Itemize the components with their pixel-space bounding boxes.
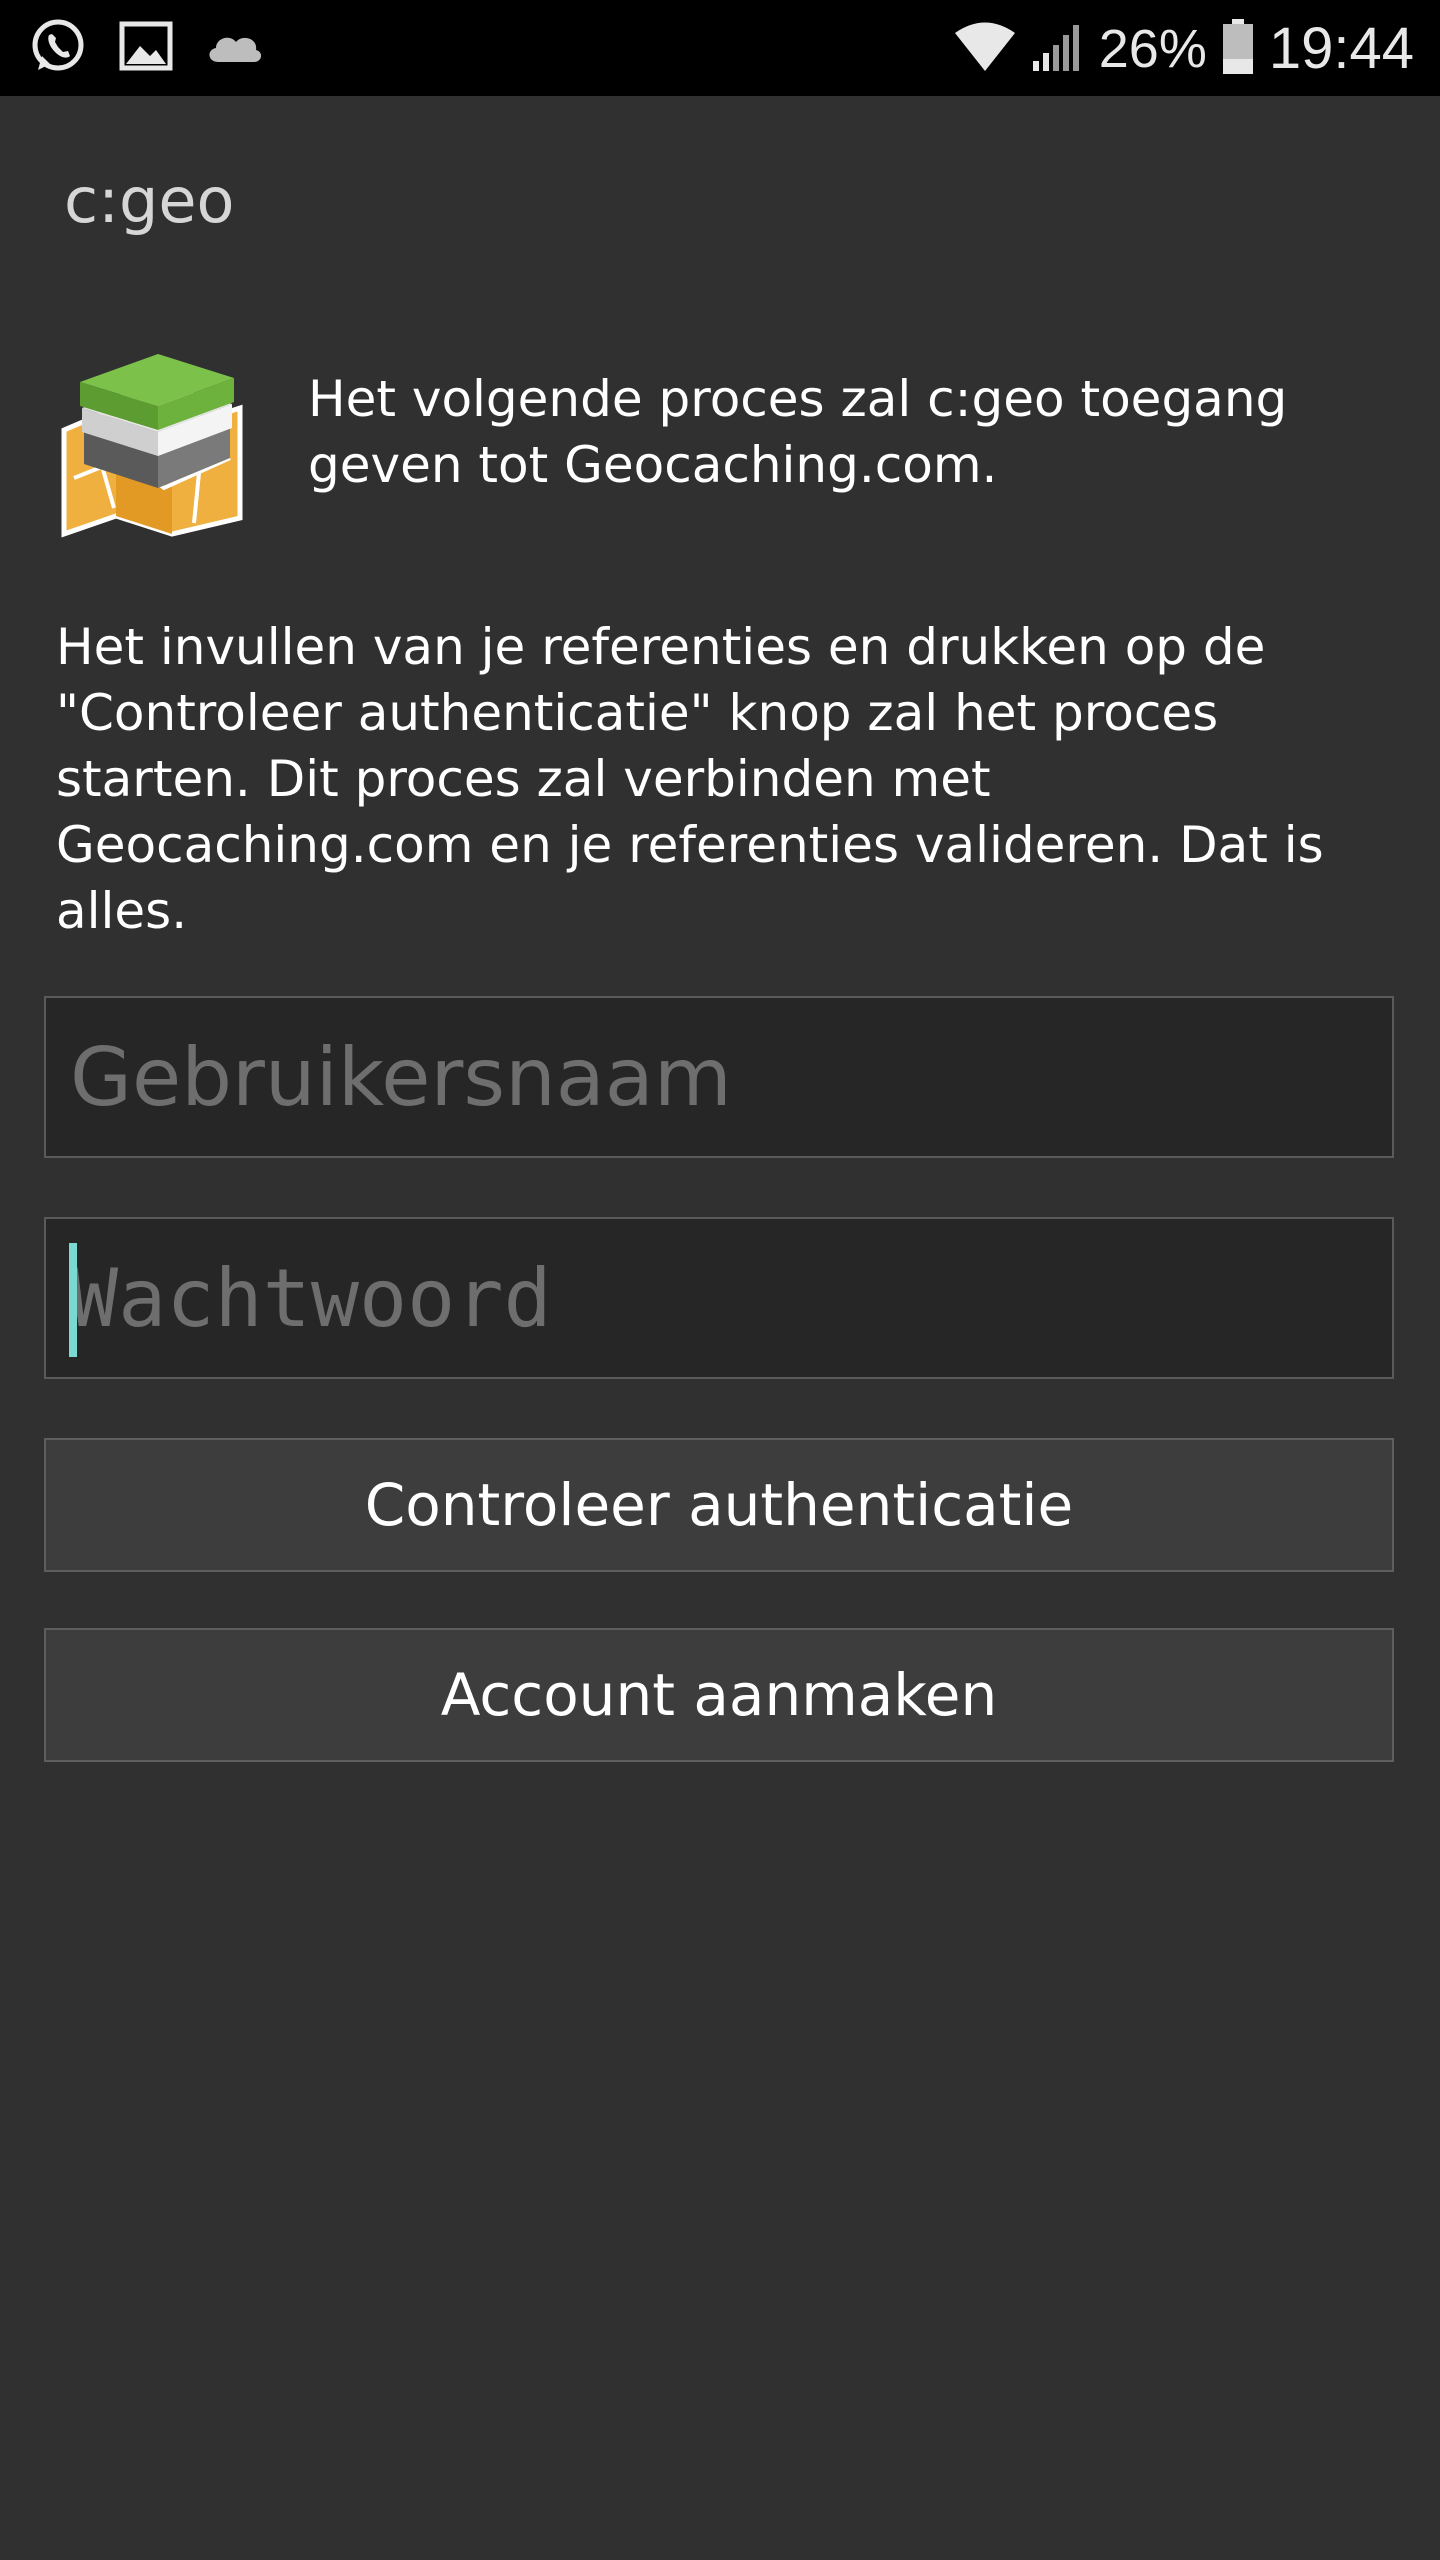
password-field-container [44, 1217, 1394, 1379]
text-cursor [69, 1243, 77, 1357]
intro-text: Het volgende proces zal c:geo toegang ge… [308, 370, 1288, 494]
create-account-button[interactable]: Account aanmaken [44, 1628, 1394, 1762]
battery-percent: 26% [1098, 19, 1207, 79]
system-indicators: 26% 19:44 [953, 14, 1414, 84]
battery-icon [1221, 19, 1255, 79]
explanation-text: Het invullen van je referenties en drukk… [56, 618, 1324, 940]
status-bar: 26% 19:44 [0, 0, 1440, 96]
password-input[interactable] [46, 1219, 1392, 1377]
whatsapp-icon [28, 16, 88, 80]
username-input[interactable] [46, 998, 1392, 1156]
clock: 19:44 [1268, 16, 1414, 81]
signal-icon [1031, 21, 1085, 77]
wifi-icon [953, 21, 1017, 77]
screen: 26% 19:44 c:geo Het volgende proces zal … [0, 0, 1440, 2560]
notification-icons [28, 18, 266, 78]
page-title: c:geo [64, 164, 235, 237]
cgeo-logo-icon [54, 338, 254, 538]
username-field-container [44, 996, 1394, 1158]
cloud-icon [204, 26, 266, 70]
image-icon [118, 20, 174, 76]
check-authentication-button[interactable]: Controleer authenticatie [44, 1438, 1394, 1572]
